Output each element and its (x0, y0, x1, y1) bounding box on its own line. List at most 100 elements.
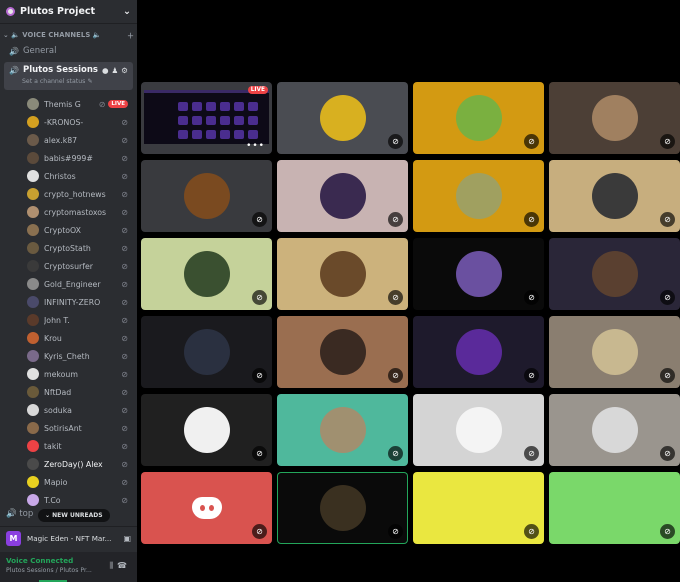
channel-plutos-sessions[interactable]: 🔊 Plutos Sessions ● ♟ ⚙ Set a channel st… (4, 62, 133, 90)
username: alex.k87 (44, 135, 78, 145)
channel-top[interactable]: 🔊 top (6, 509, 33, 519)
voice-user-item[interactable]: ZeroDay() Alex ⊘ (0, 455, 137, 473)
voice-user-item[interactable]: CryptoStath ⊘ (0, 239, 137, 257)
voice-user-item[interactable]: Kyris_Cheth ⊘ (0, 347, 137, 365)
video-tile[interactable]: ⊘ (413, 82, 544, 154)
video-tile[interactable]: ⊘ (413, 316, 544, 388)
speaker-icon: 🔊 (9, 65, 19, 75)
video-tile[interactable]: ⊘ (141, 472, 272, 544)
voice-user-item[interactable]: INFINITY-ZERO ⊘ (0, 293, 137, 311)
voice-user-item[interactable]: soduka ⊘ (0, 401, 137, 419)
mic-muted-icon: ⊘ (121, 297, 128, 307)
video-tile[interactable]: ⊘ (277, 160, 408, 232)
channel-status-input[interactable]: Set a channel status ✎ (22, 78, 128, 85)
video-tile[interactable]: ⊘ (413, 394, 544, 466)
category-voice-channels[interactable]: ⌄ 🔈 VOICE CHANNELS 🔈 ＋ (0, 27, 137, 43)
username: Themis G (44, 99, 81, 109)
voice-user-item[interactable]: SotirisAnt ⊘ (0, 419, 137, 437)
video-tile[interactable]: ⊘ (413, 472, 544, 544)
video-tile[interactable]: ⊘ (141, 394, 272, 466)
mic-muted-icon: ⊘ (121, 495, 128, 505)
video-tile[interactable]: ⊘ (141, 238, 272, 310)
username: mekoum (44, 369, 78, 379)
username: Christos (44, 171, 76, 181)
avatar (27, 296, 39, 308)
video-tile[interactable]: LIVE ••• (141, 82, 272, 154)
chevron-down-icon: ⌄ (3, 31, 12, 39)
discord-logo-icon (191, 497, 222, 519)
add-channel-icon[interactable]: ＋ (127, 30, 134, 40)
add-user-icon[interactable]: ♟ (112, 66, 119, 75)
speaker-icon: 🔈 (11, 31, 23, 39)
username: Mapio (44, 477, 68, 487)
username: INFINITY-ZERO (44, 297, 101, 307)
voice-user-item[interactable]: Christos ⊘ (0, 167, 137, 185)
voice-user-item[interactable]: John T. ⊘ (0, 311, 137, 329)
chevron-down-icon[interactable]: ⌄ (123, 6, 131, 17)
category-label: VOICE CHANNELS (22, 31, 91, 39)
activity-bar[interactable]: M Magic Eden - NFT Mar... ▣ (0, 526, 137, 550)
voice-connection-panel: Voice Connected Plutos Sessions / Plutos… (0, 552, 137, 582)
voice-user-item[interactable]: Mapio ⊘ (0, 473, 137, 491)
new-unreads-button[interactable]: ⌄ NEW UNREADS (38, 509, 110, 522)
video-tile[interactable]: ⊘ (413, 238, 544, 310)
video-tile[interactable]: ⊘ (549, 316, 680, 388)
voice-user-item[interactable]: NftDad ⊘ (0, 383, 137, 401)
username: T.Co (44, 495, 61, 505)
avatar (27, 170, 39, 182)
voice-user-item[interactable]: T.Co ⊘ (0, 491, 137, 509)
noise-suppression-icon[interactable]: ⫼ (109, 561, 117, 570)
video-tile[interactable]: ⊘ (549, 472, 680, 544)
username: NftDad (44, 387, 72, 397)
video-tile[interactable]: ⊘ (277, 238, 408, 310)
avatar (27, 188, 39, 200)
video-tile[interactable]: ⊘ (413, 160, 544, 232)
video-tile[interactable]: ⊘ (277, 82, 408, 154)
video-tile[interactable]: ⊘ (549, 82, 680, 154)
disconnect-icon[interactable]: ☎ (117, 561, 131, 570)
mic-muted-icon: ⊘ (524, 446, 539, 461)
avatar (27, 332, 39, 344)
voice-user-item[interactable]: cryptomastoxos ⊘ (0, 203, 137, 221)
voice-user-item[interactable]: Krou ⊘ (0, 329, 137, 347)
mic-muted-icon: ⊘ (252, 290, 267, 305)
avatar (591, 329, 638, 375)
more-options-icon[interactable]: ••• (246, 141, 265, 151)
game-controller-icon[interactable]: ▣ (123, 534, 131, 543)
avatar (591, 407, 638, 453)
channel-general[interactable]: 🔊 General (4, 43, 133, 59)
app-badge: M (6, 531, 21, 546)
voice-user-item[interactable]: -KRONOS- ⊘ (0, 113, 137, 131)
voice-user-item[interactable]: Gold_Engineer ⊘ (0, 275, 137, 293)
chat-icon[interactable]: ● (102, 66, 109, 75)
video-tile[interactable]: ⊘ (277, 394, 408, 466)
video-tile[interactable]: ⊘ (277, 316, 408, 388)
voice-user-item[interactable]: babis#999# ⊘ (0, 149, 137, 167)
avatar (319, 485, 366, 531)
username: SotirisAnt (44, 423, 82, 433)
voice-user-item[interactable]: mekoum ⊘ (0, 365, 137, 383)
mic-muted-icon: ⊘ (524, 368, 539, 383)
avatar (319, 95, 366, 141)
video-tile[interactable]: ⊘ (549, 160, 680, 232)
gear-icon[interactable]: ⚙ (121, 66, 128, 75)
avatar (27, 350, 39, 362)
voice-user-item[interactable]: crypto_hotnews ⊘ (0, 185, 137, 203)
video-tile[interactable]: ⊘ (549, 394, 680, 466)
voice-user-item[interactable]: Cryptosurfer ⊘ (0, 257, 137, 275)
mic-muted-icon: ⊘ (388, 290, 403, 305)
mic-muted-icon: ⊘ (660, 134, 675, 149)
avatar (455, 407, 502, 453)
voice-user-item[interactable]: CryptoOX ⊘ (0, 221, 137, 239)
video-tile[interactable]: ⊘ (141, 316, 272, 388)
voice-user-item[interactable]: takit ⊘ (0, 437, 137, 455)
avatar (27, 368, 39, 380)
mic-muted-icon: ⊘ (524, 290, 539, 305)
video-tile[interactable]: ⊘ (141, 160, 272, 232)
voice-user-item[interactable]: alex.k87 ⊘ (0, 131, 137, 149)
voice-user-item[interactable]: Themis G ⊘ LIVE (0, 95, 137, 113)
server-header[interactable]: Plutos Project ⌄ (0, 0, 137, 24)
video-tile[interactable]: ⊘ (549, 238, 680, 310)
mic-muted-icon: ⊘ (121, 387, 128, 397)
video-tile[interactable]: ⊘ (277, 472, 408, 544)
